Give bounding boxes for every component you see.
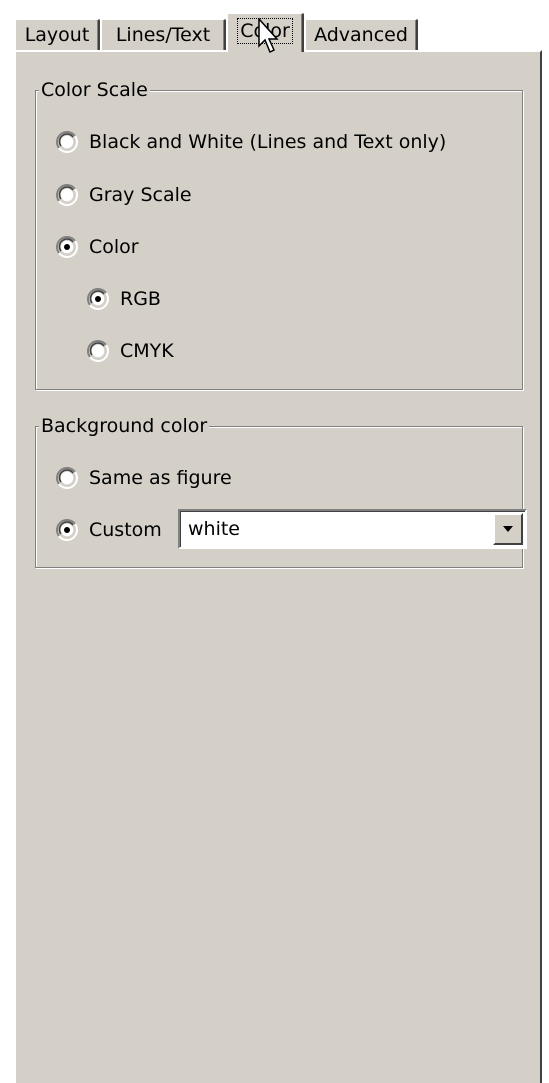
background-color-group: Background color Same as figure Custom w… [35, 413, 527, 568]
tab-lines-text-label: Lines/Text [115, 24, 211, 46]
radio-gray-scale-label: Gray Scale [89, 184, 192, 206]
radio-black-and-white-label: Black and White (Lines and Text only) [89, 131, 447, 153]
color-tab-panel: Color Scale Black and White (Lines and T… [14, 50, 542, 1083]
radio-custom-label: Custom [89, 519, 162, 541]
radio-rgb-label: RGB [120, 288, 161, 310]
radio-button-icon[interactable] [56, 467, 78, 489]
tab-lines-text[interactable]: Lines/Text [100, 18, 226, 50]
radio-same-as-figure[interactable]: Same as figure [56, 464, 232, 492]
background-color-value: white [188, 518, 240, 540]
radio-button-icon[interactable] [87, 340, 109, 362]
radio-same-as-figure-label: Same as figure [89, 467, 232, 489]
radio-button-icon[interactable] [87, 288, 109, 310]
radio-button-icon[interactable] [56, 236, 78, 258]
tab-color-label: Color [240, 20, 290, 42]
tab-color[interactable]: Color [226, 12, 304, 52]
chevron-down-icon [503, 526, 513, 532]
background-color-title: Background color [39, 413, 210, 439]
dropdown-button[interactable] [493, 513, 523, 545]
radio-black-and-white[interactable]: Black and White (Lines and Text only) [56, 128, 446, 156]
radio-color-label: Color [89, 236, 139, 258]
radio-gray-scale[interactable]: Gray Scale [56, 181, 192, 209]
radio-color[interactable]: Color [56, 233, 139, 261]
tab-advanced-label: Advanced [314, 24, 408, 46]
radio-button-icon[interactable] [56, 131, 78, 153]
radio-button-icon[interactable] [56, 519, 78, 541]
radio-cmyk[interactable]: CMYK [87, 337, 174, 365]
print-preview-options: Layout Lines/Text Color Advanced Color S… [0, 0, 549, 1083]
radio-custom[interactable]: Custom [56, 516, 162, 544]
color-scale-group: Color Scale Black and White (Lines and T… [35, 77, 523, 390]
color-scale-title: Color Scale [39, 77, 150, 103]
radio-button-icon[interactable] [56, 184, 78, 206]
tab-advanced[interactable]: Advanced [304, 18, 418, 50]
radio-cmyk-label: CMYK [120, 340, 174, 362]
tab-layout-label: Layout [24, 24, 90, 46]
tab-layout[interactable]: Layout [14, 18, 100, 50]
tab-focus-rectangle: Color [237, 18, 293, 44]
background-color-dropdown[interactable]: white [178, 509, 527, 549]
radio-rgb[interactable]: RGB [87, 285, 161, 313]
